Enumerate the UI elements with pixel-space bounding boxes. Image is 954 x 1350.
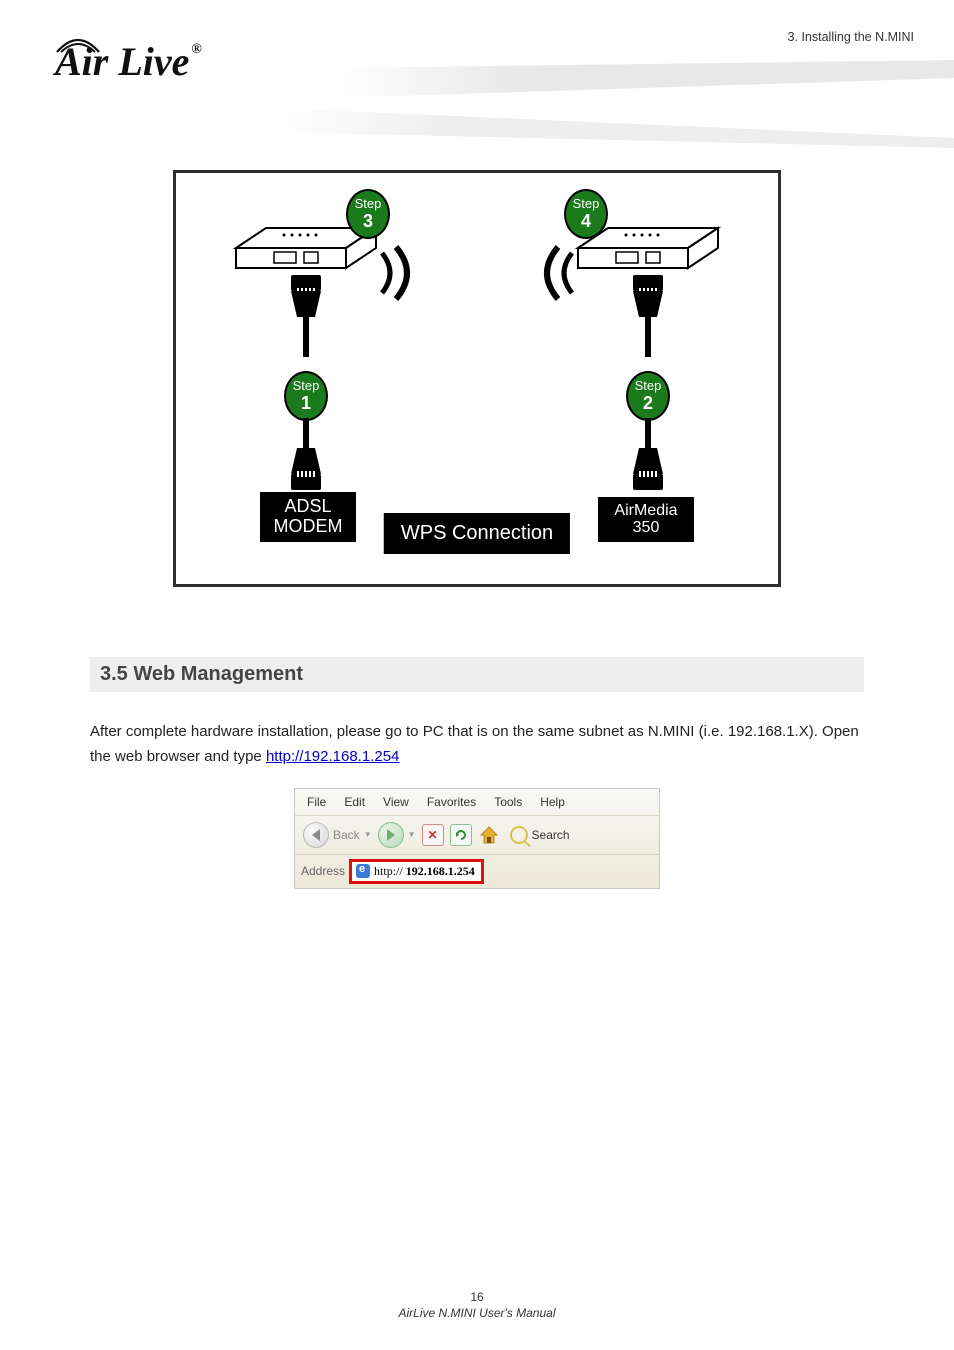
brand-logo: Air Live®	[55, 38, 200, 85]
browser-toolbar: Back ▼ ▼ ✕ Search	[295, 816, 659, 855]
stop-button[interactable]: ✕	[422, 824, 444, 846]
footer-product-name: AirLive N.MINI	[399, 1306, 476, 1320]
step-badge-3: Step 3	[346, 189, 390, 239]
cable-icon	[633, 418, 663, 490]
dropdown-icon: ▼	[408, 830, 416, 839]
diagram-frame: Step 3 Step 4 Step 1 Step 2	[173, 170, 781, 587]
address-bar-row: Address http:// 192.168.1.254	[295, 855, 659, 888]
step-number: 4	[566, 212, 606, 230]
footer-manual-label: User's Manual	[476, 1306, 556, 1320]
wps-diagram: Step 3 Step 4 Step 1 Step 2	[173, 170, 781, 587]
page-footer: 16 AirLive N.MINI User's Manual	[0, 1290, 954, 1320]
dropdown-icon: ▼	[364, 830, 372, 839]
wps-connection-label: WPS Connection	[384, 513, 570, 554]
registered-mark: ®	[191, 42, 201, 57]
refresh-icon	[454, 828, 468, 842]
step-label: Step	[573, 196, 600, 211]
back-label: Back	[333, 828, 360, 842]
wireless-wave-right-icon	[532, 243, 578, 315]
address-box-highlighted: http:// 192.168.1.254	[349, 859, 484, 884]
address-input[interactable]: http:// 192.168.1.254	[374, 864, 475, 879]
search-label: Search	[532, 828, 570, 842]
footer-product: AirLive N.MINI User's Manual	[0, 1306, 954, 1320]
section-paragraph: After complete hardware installation, pl…	[90, 720, 864, 770]
adsl-modem-label: ADSL MODEM	[260, 492, 356, 542]
step-number: 2	[628, 394, 668, 412]
forward-button[interactable]: ▼	[378, 822, 416, 848]
forward-arrow-icon	[378, 822, 404, 848]
cable-icon	[633, 275, 663, 357]
menu-view[interactable]: View	[383, 795, 409, 809]
step-number: 3	[348, 212, 388, 230]
stop-icon: ✕	[428, 828, 438, 842]
menu-tools[interactable]: Tools	[494, 795, 522, 809]
home-icon	[478, 824, 500, 846]
airmedia-label: AirMedia 350	[598, 497, 694, 542]
page-header: Air Live® 3. Installing the N.MINI	[0, 0, 954, 170]
cable-icon	[291, 418, 321, 490]
ie-icon	[356, 864, 370, 878]
wireless-wave-left-icon	[376, 243, 422, 315]
back-button[interactable]: Back ▼	[303, 822, 372, 848]
address-host: 192.168.1.254	[406, 864, 475, 878]
page-number: 16	[0, 1290, 954, 1304]
menu-edit[interactable]: Edit	[344, 795, 365, 809]
step-label: Step	[635, 378, 662, 393]
browser-menu-bar: File Edit View Favorites Tools Help	[295, 789, 659, 816]
cable-icon	[291, 275, 321, 357]
logo-arc-icon	[55, 32, 101, 54]
step-badge-1: Step 1	[284, 371, 328, 421]
section-heading: 3.5 Web Management	[90, 657, 864, 692]
menu-file[interactable]: File	[307, 795, 326, 809]
back-arrow-icon	[303, 822, 329, 848]
paragraph-text: After complete hardware installation, pl…	[90, 723, 859, 765]
refresh-button[interactable]	[450, 824, 472, 846]
step-number: 1	[286, 394, 326, 412]
menu-favorites[interactable]: Favorites	[427, 795, 476, 809]
header-swoosh-2	[274, 108, 954, 148]
step-label: Step	[293, 378, 320, 393]
management-url-link[interactable]: http://192.168.1.254	[266, 748, 399, 765]
browser-screenshot: File Edit View Favorites Tools Help Back…	[294, 788, 660, 889]
chapter-reference: 3. Installing the N.MINI	[788, 30, 914, 44]
search-button[interactable]: Search	[510, 826, 570, 844]
address-label: Address	[301, 864, 345, 878]
home-button[interactable]	[478, 824, 500, 846]
step-label: Step	[355, 196, 382, 211]
address-prefix: http://	[374, 864, 406, 878]
header-swoosh-1	[334, 60, 954, 100]
menu-help[interactable]: Help	[540, 795, 565, 809]
step-badge-4: Step 4	[564, 189, 608, 239]
step-badge-2: Step 2	[626, 371, 670, 421]
search-icon	[510, 826, 528, 844]
